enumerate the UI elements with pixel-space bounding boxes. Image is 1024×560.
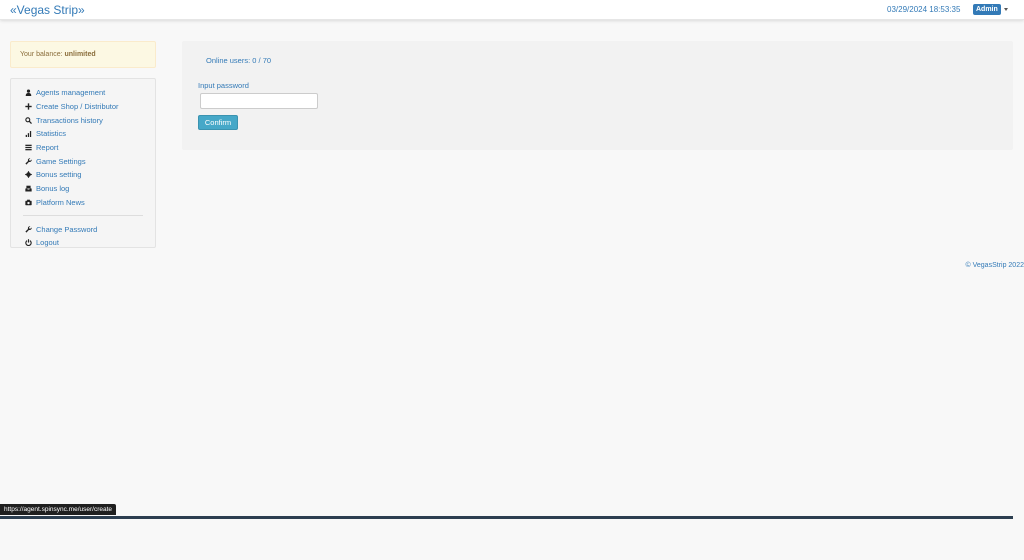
sidebar-item-label: Logout [36, 238, 59, 248]
admin-dropdown[interactable]: Admin [973, 4, 1008, 15]
sidebar-item-label: Game Settings [36, 156, 86, 166]
balance-value: unlimited [64, 51, 96, 58]
signal-icon [24, 130, 32, 138]
wrench-icon [24, 157, 32, 165]
sidebar-item-bonus-log[interactable]: Bonus log [11, 182, 155, 196]
online-users-text: Online users: 0 / 70 [206, 56, 272, 65]
sidebar-item-report[interactable]: Report [11, 141, 155, 155]
user-icon [24, 89, 32, 97]
footer-copyright: © VegasStrip 2022 [965, 262, 1024, 269]
sidebar-item-logout[interactable]: Logout [11, 236, 155, 250]
datetime-display: 03/29/2024 18:53:35 [887, 5, 961, 14]
balance-alert: Your balance: unlimited [10, 41, 156, 68]
sidebar-item-transactions-history[interactable]: Transactions history [11, 113, 155, 127]
admin-badge: Admin [973, 4, 1001, 15]
gear-icon [24, 171, 32, 179]
sidebar-item-statistics[interactable]: Statistics [11, 127, 155, 141]
sidebar-item-create-shop[interactable]: Create Shop / Distributor [11, 100, 155, 114]
password-label: Input password [198, 81, 249, 90]
sidebar-item-platform-news[interactable]: Platform News [11, 196, 155, 210]
caret-down-icon [1003, 8, 1008, 11]
brand-link[interactable]: «Vegas Strip» [10, 3, 85, 17]
top-navbar: «Vegas Strip» 03/29/2024 18:53:35 Admin [0, 0, 1024, 20]
sidebar-item-label: Bonus log [36, 184, 70, 194]
sidebar-item-agents-management[interactable]: Agents management [11, 86, 155, 100]
password-input[interactable] [200, 93, 318, 109]
sidebar-item-bonus-setting[interactable]: Bonus setting [11, 168, 155, 182]
camera-icon [24, 198, 32, 206]
plus-icon [24, 103, 32, 111]
sidebar-item-label: Agents management [36, 88, 106, 98]
sidebar-item-label: Statistics [36, 129, 67, 139]
search-icon [24, 116, 32, 124]
inbox-icon [24, 185, 32, 193]
sidebar-item-label: Change Password [36, 224, 98, 234]
wrench-icon [24, 225, 32, 233]
bottom-divider [0, 516, 1013, 519]
sidebar-item-change-password[interactable]: Change Password [11, 222, 155, 236]
sidebar-menu: Agents management Create Shop / Distribu… [10, 78, 156, 248]
list-icon [24, 144, 32, 152]
main-panel: Online users: 0 / 70 Input password Conf… [182, 41, 1013, 150]
confirm-button[interactable]: Confirm [198, 115, 238, 130]
balance-label: Your balance: [20, 51, 65, 58]
sidebar-item-label: Bonus setting [36, 170, 82, 180]
status-bar-url: https://agent.spinsync.me/user/create [0, 504, 117, 515]
sidebar-divider [23, 215, 143, 217]
sidebar-item-game-settings[interactable]: Game Settings [11, 154, 155, 168]
sidebar-item-label: Report [36, 143, 59, 153]
sidebar-item-label: Platform News [36, 197, 85, 207]
power-icon [24, 239, 32, 247]
sidebar-item-label: Transactions history [36, 115, 103, 125]
sidebar-item-label: Create Shop / Distributor [36, 102, 119, 112]
